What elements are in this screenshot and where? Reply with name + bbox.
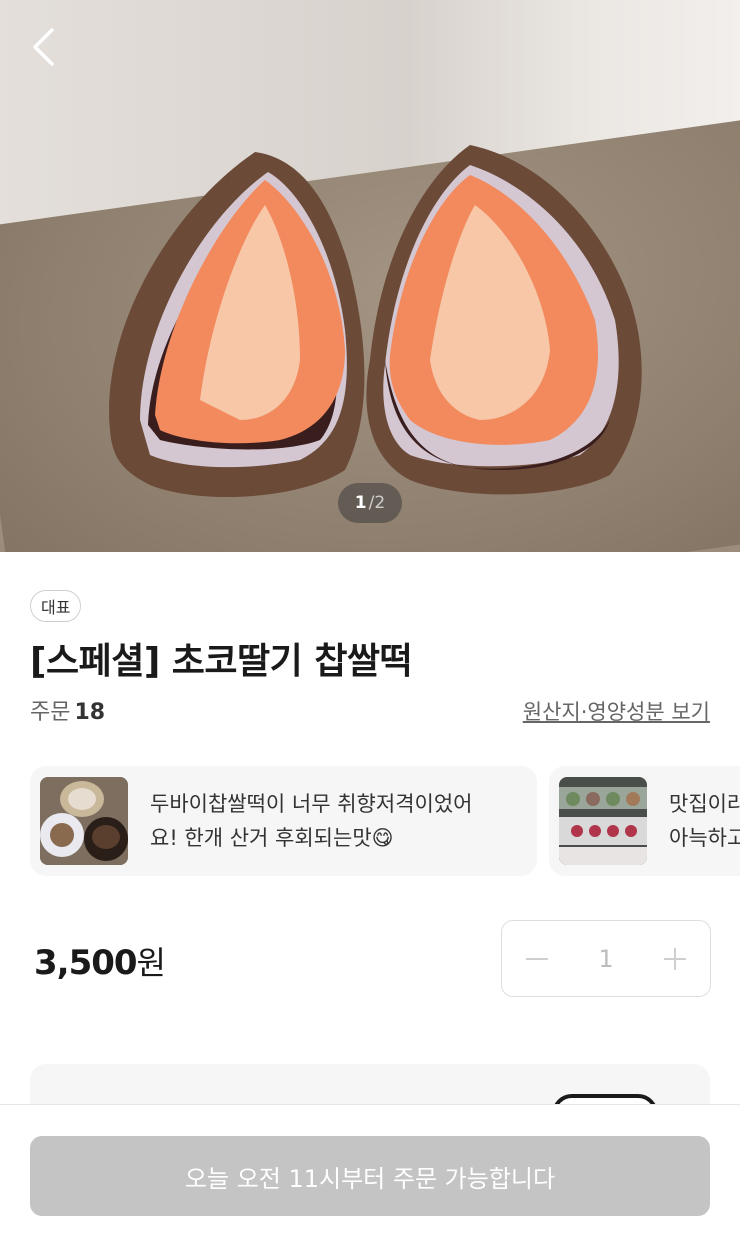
order-count-label: 주문 xyxy=(30,700,71,725)
quantity-stepper: 1 xyxy=(501,920,711,997)
price-amount: 3,500 xyxy=(34,943,138,983)
plus-icon xyxy=(664,947,687,970)
order-count-value: 18 xyxy=(74,700,106,725)
review-thumbnail xyxy=(559,777,647,865)
chevron-left-icon xyxy=(33,28,54,66)
increase-quantity-button[interactable] xyxy=(641,920,710,997)
review-card[interactable]: 맛집이라 아늑하고 xyxy=(549,766,740,876)
order-button[interactable]: 오늘 오전 11시부터 주문 가능합니다 xyxy=(30,1136,710,1216)
review-text-line1: 맛집이라 xyxy=(669,792,740,816)
product-image[interactable]: 1 /2 xyxy=(0,0,740,552)
representative-badge: 대표 xyxy=(30,590,82,622)
back-button[interactable] xyxy=(26,24,66,70)
price-unit: 원 xyxy=(136,944,166,982)
review-carousel[interactable]: 두바이찹쌀떡이 너무 취향저격이었어 요! 한개 산거 후회되는맛😋 맛집이라 xyxy=(30,766,740,876)
image-page-indicator: 1 /2 xyxy=(338,483,402,523)
quantity-value: 1 xyxy=(598,944,614,973)
origin-nutrition-link[interactable]: 원산지·영양성분 보기 xyxy=(523,696,710,726)
review-text-line1: 두바이찹쌀떡이 너무 취향저격이었어 xyxy=(150,792,473,816)
review-text: 두바이찹쌀떡이 너무 취향저격이었어 요! 한개 산거 후회되는맛😋 xyxy=(150,787,472,855)
strawberry-mochi-illustration xyxy=(109,145,642,497)
decrease-quantity-button[interactable] xyxy=(502,920,571,997)
review-text-line2: 요! 한개 산거 후회되는맛😋 xyxy=(150,826,394,850)
review-thumbnail xyxy=(40,777,128,865)
review-text: 맛집이라 아늑하고 xyxy=(669,787,740,855)
product-title: [스페셜] 초코딸기 찹쌀떡 xyxy=(30,641,413,682)
page-total: /2 xyxy=(368,493,386,513)
page-current: 1 xyxy=(354,493,367,513)
order-count: 주문 18 xyxy=(30,694,105,726)
review-card[interactable]: 두바이찹쌀떡이 너무 취향저격이었어 요! 한개 산거 후회되는맛😋 xyxy=(30,766,537,876)
product-price: 3,500원 xyxy=(34,938,166,984)
minus-icon xyxy=(525,957,548,960)
review-text-line2: 아늑하고 xyxy=(669,826,740,850)
